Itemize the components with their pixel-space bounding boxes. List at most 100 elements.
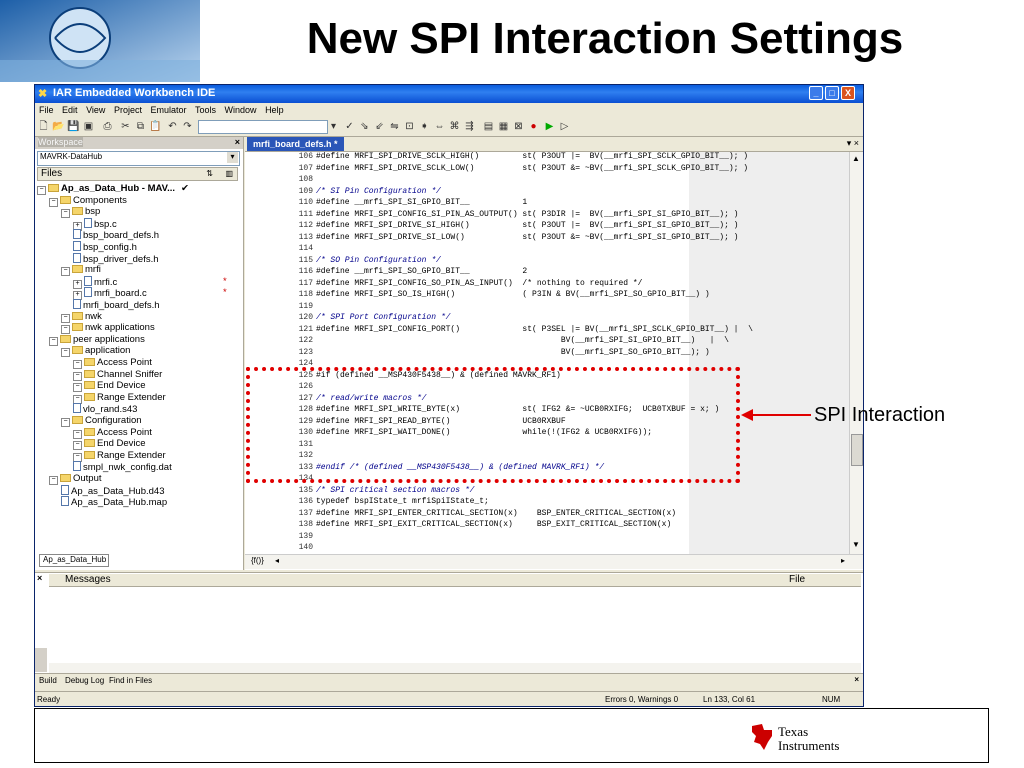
code-line[interactable]: #define __mrfi_SPI_SO_GPIO_BIT__ 2 — [316, 267, 527, 276]
tree-folder-item[interactable]: − application — [61, 345, 130, 358]
scroll-right-icon[interactable]: ▸ — [841, 556, 845, 565]
sort-icon[interactable]: ⇅ — [206, 169, 213, 178]
code-line[interactable]: #define MRFI_SPI_EXIT_CRITICAL_SECTION(x… — [316, 520, 671, 529]
stop-build-icon[interactable]: ⊠ — [512, 120, 525, 133]
code-area[interactable]: 106 #define MRFI_SPI_DRIVE_SCLK_HIGH() st… — [285, 152, 753, 554]
maximize-button[interactable]: □ — [825, 86, 839, 100]
code-line[interactable]: #define MRFI_SPI_CONFIG_SO_PIN_AS_INPUT(… — [316, 279, 642, 288]
tree-folder-item[interactable]: − Range Extender — [73, 450, 166, 462]
code-line[interactable]: /* SPI critical section macros */ — [316, 486, 474, 495]
menu-emulator[interactable]: Emulator — [150, 105, 186, 115]
code-line[interactable]: #define MRFI_SPI_DRIVE_SI_LOW() st( P3OU… — [316, 233, 738, 242]
rebuild-icon[interactable]: ▦ — [497, 120, 510, 133]
editor-horizontal-scrollbar[interactable]: {f()} ◂ ▸ — [245, 554, 863, 569]
expand-toggle-icon[interactable]: − — [61, 267, 70, 277]
code-line[interactable]: #define MRFI_SPI_ENTER_CRITICAL_SECTION(… — [316, 509, 676, 518]
copy-icon[interactable]: ⧉ — [134, 120, 147, 133]
messages-close-icon[interactable]: × — [37, 573, 42, 583]
cut-icon[interactable]: ✂ — [119, 120, 132, 133]
code-line[interactable]: BV(__mrfi_SPI_SO_GPIO_BIT__); ) — [316, 348, 710, 357]
tree-folder-item[interactable]: − nwk — [61, 311, 102, 323]
tree-folder-item[interactable]: − End Device — [73, 438, 146, 451]
editor-vertical-scrollbar[interactable]: ▲ ▼ — [849, 152, 863, 554]
paste-icon[interactable]: 📋 — [149, 120, 162, 133]
menu-view[interactable]: View — [86, 105, 105, 115]
open-folder-icon[interactable]: 📂 — [52, 120, 65, 133]
code-line[interactable]: /* SO Pin Configuration */ — [316, 256, 441, 265]
compile-icon[interactable]: ⇶ — [463, 120, 476, 133]
menu-tools[interactable]: Tools — [195, 105, 216, 115]
tree-folder-item[interactable]: − Ap_as_Data_Hub - MAV... ✔ — [37, 183, 189, 195]
print-icon[interactable]: ⎙ — [101, 120, 114, 133]
editor-tab-active[interactable]: mrfi_board_defs.h * — [247, 137, 344, 151]
toggle-bp-icon[interactable]: ⌘ — [448, 120, 461, 133]
tree-folder-item[interactable]: − Components — [49, 195, 127, 207]
breakpoint-icon[interactable]: ● — [527, 120, 540, 133]
code-line[interactable]: #define MRFI_SPI_DRIVE_SCLK_HIGH() st( P… — [316, 152, 748, 161]
scroll-down-icon[interactable]: ▼ — [852, 540, 860, 549]
bookmark-icon[interactable]: ✓ — [343, 120, 356, 133]
menu-project[interactable]: Project — [114, 105, 142, 115]
tree-file-item[interactable]: Ap_as_Data_Hub.d43 — [61, 484, 165, 497]
tree-file-item[interactable]: + mrfi.c * — [73, 275, 227, 289]
navigate-forward-icon[interactable]: ➧ — [418, 120, 431, 133]
tree-folder-item[interactable]: − Access Point — [73, 357, 152, 369]
menu-help[interactable]: Help — [265, 105, 284, 115]
menu-file[interactable]: File — [39, 105, 54, 115]
expand-toggle-icon[interactable]: − — [49, 336, 58, 346]
build-side-tab[interactable] — [35, 648, 47, 672]
tree-folder-item[interactable]: − bsp — [61, 206, 100, 219]
file-column[interactable]: File — [789, 574, 805, 585]
tab-find-in-files[interactable]: Find in Files — [109, 676, 152, 685]
messages-column[interactable]: Messages — [65, 574, 111, 585]
tree-file-item[interactable]: bsp_driver_defs.h — [73, 252, 159, 265]
save-all-icon[interactable]: ▣ — [82, 120, 95, 133]
tree-folder-item[interactable]: − Channel Sniffer — [73, 369, 162, 381]
expand-toggle-icon[interactable]: − — [61, 209, 70, 219]
menu-window[interactable]: Window — [225, 105, 257, 115]
new-file-icon[interactable]: 🗋 — [37, 120, 50, 133]
navigate-back-icon[interactable]: ⇔ — [433, 120, 446, 133]
workspace-close-icon[interactable]: × — [235, 137, 240, 147]
tree-file-item[interactable]: mrfi_board_defs.h — [73, 299, 160, 311]
code-line[interactable]: #define MRFI_SPI_CONFIG_SI_PIN_AS_OUTPUT… — [316, 210, 738, 219]
scroll-left-icon[interactable]: ◂ — [275, 556, 279, 565]
tree-file-item[interactable]: bsp_board_defs.h — [73, 229, 159, 241]
expand-toggle-icon[interactable]: − — [49, 197, 58, 207]
expand-toggle-icon[interactable]: − — [61, 418, 70, 427]
combo-dropdown-icon[interactable]: ▾ — [327, 120, 340, 133]
goto-icon[interactable]: ⊡ — [403, 120, 416, 133]
expand-toggle-icon[interactable]: − — [37, 186, 46, 195]
tree-file-item[interactable]: Ap_as_Data_Hub.map — [61, 496, 167, 508]
code-line[interactable]: #define __mrfi_SPI_SI_GPIO_BIT__ 1 — [316, 198, 527, 207]
close-button[interactable]: X — [841, 86, 855, 100]
menu-edit[interactable]: Edit — [62, 105, 78, 115]
tab-build[interactable]: Build — [39, 676, 57, 685]
function-nav-icon[interactable]: {f()} — [251, 556, 264, 565]
code-line[interactable]: #define MRFI_SPI_SO_IS_HIGH() ( P3IN & B… — [316, 290, 710, 299]
code-line[interactable]: #define MRFI_SPI_DRIVE_SI_HIGH() st( P3O… — [316, 221, 738, 230]
find-next-icon[interactable]: ⇘ — [358, 120, 371, 133]
window-titlebar[interactable]: ✖ IAR Embedded Workbench IDE _ □ X — [35, 85, 863, 103]
minimize-button[interactable]: _ — [809, 86, 823, 100]
tree-folder-item[interactable]: − mrfi — [61, 264, 101, 277]
tree-file-item[interactable]: + bsp.c — [73, 217, 117, 231]
tree-folder-item[interactable]: − nwk applications — [61, 322, 155, 335]
make-icon[interactable]: ▤ — [482, 120, 495, 133]
replace-icon[interactable]: ⇋ — [388, 120, 401, 133]
messages-horizontal-scrollbar[interactable] — [49, 663, 861, 673]
tree-folder-item[interactable]: − peer applications — [49, 334, 145, 346]
chevron-down-icon[interactable]: ▾ — [227, 152, 238, 163]
columns-icon[interactable]: ▥ — [225, 169, 233, 178]
tree-folder-item[interactable]: − Access Point — [73, 427, 152, 439]
code-line[interactable]: /* SPI Port Configuration */ — [316, 313, 450, 322]
find-combo[interactable] — [198, 120, 328, 134]
tree-file-item[interactable]: smpl_nwk_config.dat — [73, 461, 172, 473]
tree-folder-item[interactable]: − Output — [49, 473, 102, 485]
undo-icon[interactable]: ↶ — [166, 120, 179, 133]
code-line[interactable]: /* SI Pin Configuration */ — [316, 187, 441, 196]
save-icon[interactable]: 💾 — [67, 120, 80, 133]
redo-icon[interactable]: ↷ — [181, 120, 194, 133]
scroll-up-icon[interactable]: ▲ — [852, 154, 860, 163]
code-line[interactable]: #define MRFI_SPI_DRIVE_SCLK_LOW() st( P3… — [316, 164, 748, 173]
